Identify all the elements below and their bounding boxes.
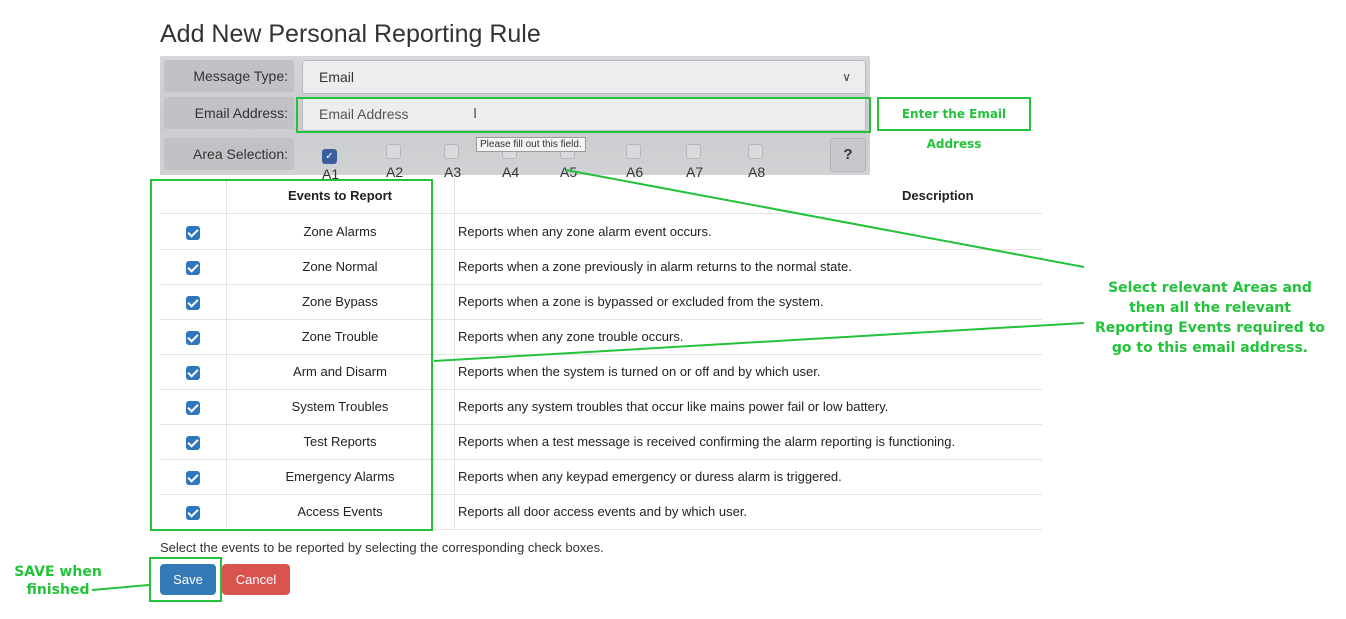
save-connector	[91, 584, 150, 591]
areas-connector	[565, 169, 1085, 268]
events-connector	[433, 322, 1085, 362]
callout-connectors	[91, 169, 1085, 591]
